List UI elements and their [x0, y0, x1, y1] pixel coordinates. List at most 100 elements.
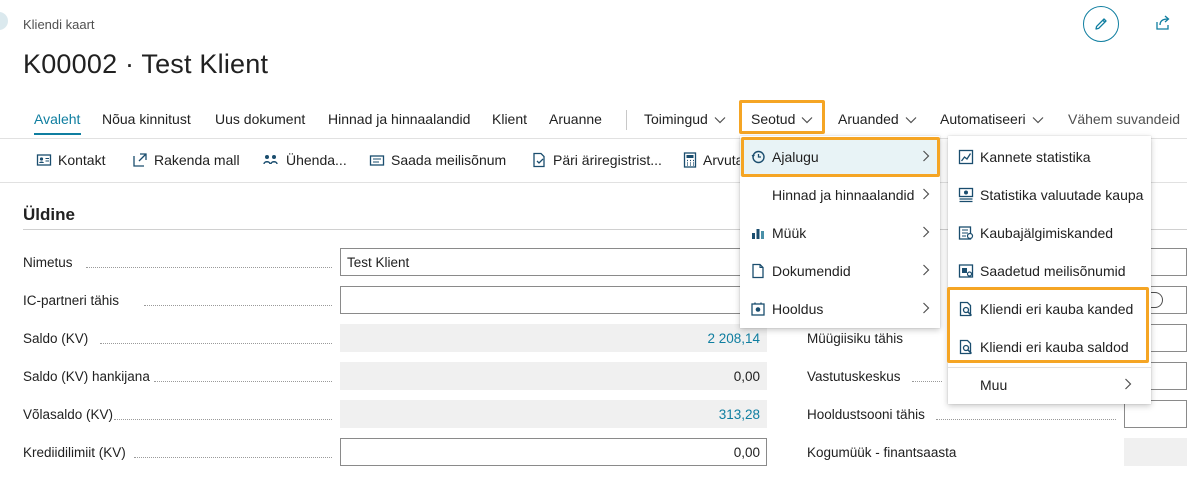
toolbar-kontakt-button[interactable]: Kontakt — [36, 152, 105, 168]
toolbar-uhenda-button[interactable]: Ühenda... — [262, 152, 347, 168]
menu-item-hooldus-label: Hooldus — [772, 301, 824, 317]
ic-partner-input[interactable] — [340, 286, 767, 314]
volasaldo-value[interactable]: 313,28 — [340, 400, 767, 428]
chevron-right-icon — [923, 226, 930, 238]
action-noua-kinnitust[interactable]: Nõua kinnitust — [102, 111, 191, 127]
section-title: Üldine — [23, 205, 75, 224]
action-bar: Avaleht Nõua kinnitust Uus dokument Hinn… — [0, 103, 1187, 135]
right-field-input[interactable] — [1148, 248, 1187, 276]
toolbar-saada-meilisonum-button[interactable]: Saada meilisõnum — [369, 152, 506, 168]
menu-item-hinnad[interactable]: Hinnad ja hinnaalandid — [740, 176, 940, 214]
menu-item-muu[interactable]: Muu — [948, 366, 1151, 404]
field-leader-dots — [86, 266, 332, 268]
menu-item-kaubajalgimiskanded[interactable]: Kaubajälgimiskanded — [948, 214, 1151, 252]
menu-item-muuk-label: Müük — [772, 225, 807, 241]
hooldustsoon-input[interactable] — [1124, 400, 1187, 428]
field-leader-dots — [154, 380, 332, 382]
menu-item-hooldus[interactable]: Hooldus — [740, 290, 940, 328]
service-icon — [751, 302, 765, 316]
field-leader-dots — [144, 304, 332, 306]
chevron-down-icon — [714, 117, 726, 124]
field-leader-dots — [912, 380, 942, 382]
menu-aruanded-label: Aruanded — [838, 111, 899, 127]
menu-item-hinnad-label: Hinnad ja hinnaalandid — [772, 187, 915, 203]
statistics-icon — [958, 149, 974, 165]
menu-item-muu-label: Muu — [980, 377, 1008, 393]
fewer-options-button[interactable]: Vähem suvandeid — [1068, 111, 1180, 127]
field-label-krediidilimiit: Krediidilimiit (KV) — [23, 445, 126, 460]
menu-item-kaubajalgimiskanded-label: Kaubajälgimiskanded — [980, 225, 1114, 241]
action-hinnad[interactable]: Hinnad ja hinnaalandid — [328, 111, 470, 127]
highlight-seotud — [739, 100, 825, 134]
right-field-input[interactable] — [1148, 324, 1187, 352]
menu-item-kannete-statistika[interactable]: Kannete statistika — [948, 138, 1151, 176]
app-badge — [0, 12, 8, 30]
menu-item-statistika-valuutade[interactable]: Statistika valuutade kaupa — [948, 176, 1151, 214]
ajalugu-submenu: Kannete statistika Statistika valuutade … — [948, 136, 1151, 404]
field-label-saldo: Saldo (KV) — [23, 331, 89, 346]
menu-item-kannete-statistika-label: Kannete statistika — [980, 149, 1091, 165]
menu-toimingud[interactable]: Toimingud — [644, 111, 726, 127]
active-tab-indicator — [34, 133, 81, 135]
chevron-down-icon — [1032, 117, 1044, 124]
share-icon — [1156, 15, 1170, 30]
chevron-right-icon — [923, 302, 930, 314]
highlight-ajalugu — [741, 137, 940, 177]
action-klient[interactable]: Klient — [492, 111, 527, 127]
saldo-value[interactable]: 2 208,14 — [340, 324, 767, 352]
toolbar-arvuta-label: Arvuta — [703, 152, 744, 168]
chevron-down-icon — [905, 117, 917, 124]
item-tracing-icon — [958, 226, 974, 240]
kogumuuk-value — [1124, 438, 1187, 466]
menu-item-saadetud-meilisonumid[interactable]: Saadetud meilisõnumid — [948, 252, 1151, 290]
toolbar-rakenda-mall-button[interactable]: Rakenda mall — [132, 152, 240, 168]
menu-item-dokumendid[interactable]: Dokumendid — [740, 252, 940, 290]
share-button[interactable] — [1154, 14, 1172, 32]
tab-avaleht[interactable]: Avaleht — [34, 111, 80, 127]
toolbar-saada-meilisonum-label: Saada meilisõnum — [391, 152, 507, 168]
field-leader-dots — [100, 342, 332, 344]
pencil-icon — [1095, 18, 1107, 30]
document-lookup-icon — [533, 152, 545, 168]
toolbar-rakenda-mall-label: Rakenda mall — [154, 152, 240, 168]
right-field-input[interactable] — [1148, 362, 1187, 390]
menu-item-dokumendid-label: Dokumendid — [772, 263, 851, 279]
nimetus-input[interactable]: Test Klient — [340, 248, 767, 276]
contact-card-icon — [36, 154, 52, 166]
field-leader-dots — [114, 418, 332, 420]
field-label-saldo-hankijana: Saldo (KV) hankijana — [23, 369, 150, 384]
field-label-muugiisik: Müügiisiku tähis — [807, 331, 904, 346]
action-uus-dokument[interactable]: Uus dokument — [215, 111, 305, 127]
calculator-icon — [683, 152, 697, 168]
krediidilimiit-input[interactable]: 0,00 — [340, 438, 767, 466]
chevron-right-icon — [923, 188, 930, 200]
apply-template-icon — [133, 153, 147, 167]
document-icon — [752, 263, 764, 279]
breadcrumb: Kliendi kaart — [23, 17, 95, 32]
toolbar-arvuta-button[interactable]: Arvuta — [683, 152, 743, 168]
menu-toimingud-label: Toimingud — [644, 111, 708, 127]
action-separator — [626, 110, 627, 130]
merge-icon — [263, 155, 278, 165]
menu-item-saadetud-meilisonumid-label: Saadetud meilisõnumid — [980, 263, 1126, 279]
email-icon — [369, 155, 385, 166]
edit-button[interactable] — [1083, 6, 1119, 42]
highlight-kliendi-eri-kauba — [947, 287, 1149, 363]
menu-aruanded[interactable]: Aruanded — [838, 111, 917, 127]
field-label-vastutuskeskus: Vastutuskeskus — [807, 369, 901, 384]
menu-automatiseeri[interactable]: Automatiseeri — [940, 111, 1044, 127]
menu-item-statistika-valuutade-label: Statistika valuutade kaupa — [980, 187, 1144, 203]
page-title: K00002 · Test Klient — [23, 49, 269, 79]
toolbar-uhenda-label: Ühenda... — [286, 152, 347, 168]
action-aruanne[interactable]: Aruanne — [549, 111, 602, 127]
currency-statistics-icon — [958, 187, 974, 203]
menu-item-muuk[interactable]: Müük — [740, 214, 940, 252]
saldo-hankijana-value: 0,00 — [340, 362, 767, 390]
chevron-right-icon — [1125, 378, 1132, 390]
toolbar-kontakt-label: Kontakt — [58, 152, 106, 168]
sales-icon — [752, 229, 764, 239]
field-leader-dots — [134, 456, 332, 458]
toolbar-pari-ariregistrist-button[interactable]: Päri äriregistrist... — [531, 152, 662, 168]
field-label-nimetus: Nimetus — [23, 255, 73, 270]
field-label-volasaldo: Võlasaldo (KV) — [23, 407, 114, 422]
